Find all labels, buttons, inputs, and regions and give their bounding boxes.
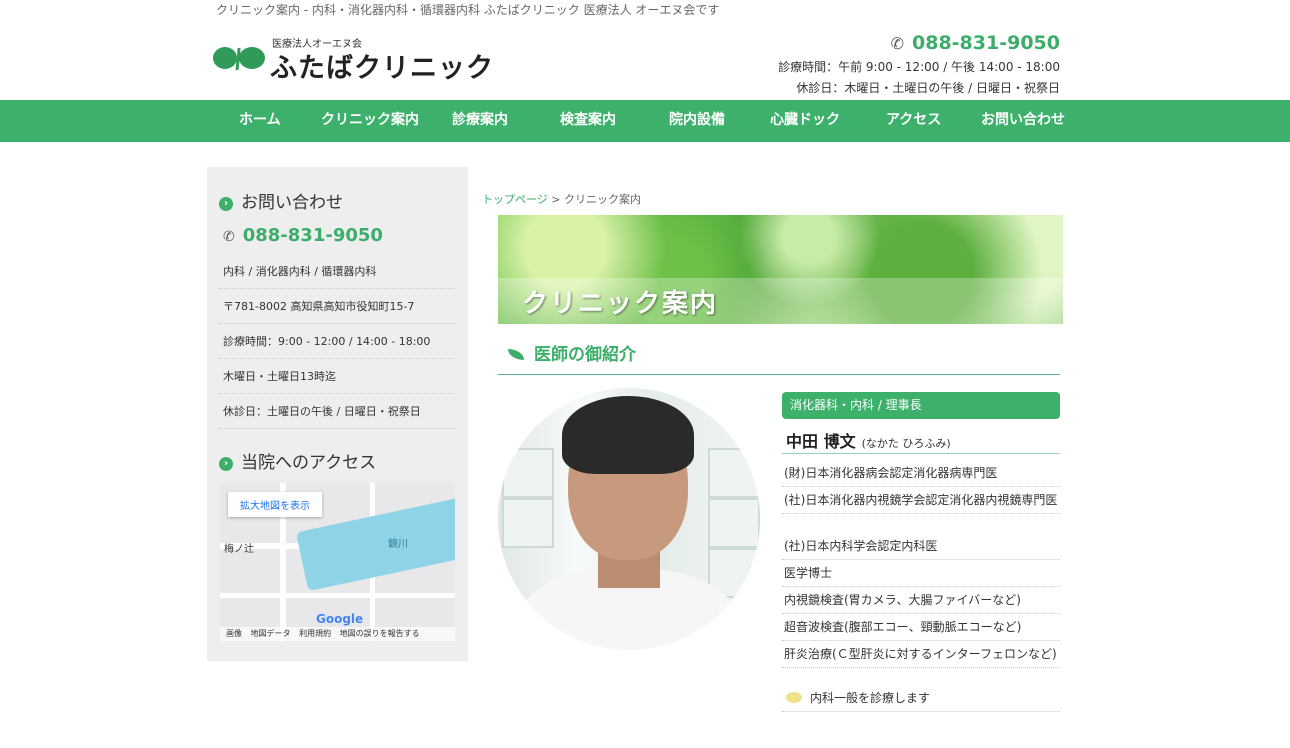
doctor-credential: (社)日本消化器内視鏡学会認定消化器内視鏡専門医 — [782, 487, 1060, 514]
site-tagline: クリニック案内 - 内科・消化器内科・循環器内科 ふたばクリニック 医療法人 オ… — [216, 3, 720, 17]
embedded-map[interactable]: 拡大地図を表示 梅ノ辻 鏡川 Google 画像 地図データ 利用規約 地図の誤… — [220, 483, 455, 641]
doctor-name-text: 中田 博文 — [786, 432, 856, 451]
breadcrumb-separator: > — [547, 193, 564, 206]
header-contact: ✆ 088-831-9050 診療時間：午前 9:00 - 12:00 / 午後 … — [778, 32, 1060, 96]
doctor-credential: (財)日本消化器病会認定消化器病専門医 — [782, 460, 1060, 487]
map-footer-data[interactable]: 地図データ — [251, 629, 291, 638]
doctor-credential: 内視鏡検査(胃カメラ、大腸ファイバーなど) — [782, 587, 1060, 614]
phone-icon: ✆ — [223, 229, 235, 245]
sidebar-hours: 診療時間：9:00 - 12:00 / 14:00 - 18:00 — [219, 325, 455, 359]
map-footer-imagery: 画像 — [226, 629, 242, 638]
sidebar: › お問い合わせ ✆ 088-831-9050 内科 / 消化器内科 / 循環器内科… — [207, 167, 468, 661]
sidebar-contact-heading: › お問い合わせ — [219, 188, 343, 213]
breadcrumb-home-link[interactable]: トップページ — [482, 193, 548, 206]
doctor-credential: 医学博士 — [782, 560, 1060, 587]
doctor-note: 内科一般を診療します — [782, 685, 1060, 712]
header-phone[interactable]: ✆ 088-831-9050 — [778, 32, 1060, 54]
nav-clinic-info[interactable]: クリニック案内 — [321, 100, 419, 142]
site-logo[interactable]: 医療法人オーエヌ会 ふたばクリニック — [212, 38, 502, 84]
map-enlarge-button[interactable]: 拡大地図を表示 — [228, 492, 322, 517]
section-title: 医師の御紹介 — [498, 340, 1060, 375]
nav-access[interactable]: アクセス — [886, 100, 941, 142]
google-logo-text: Google — [316, 612, 364, 626]
doctor-note-text: 内科一般を診療します — [810, 691, 931, 705]
header-closed-days: 休診日：木曜日・土曜日の午後 / 日曜日・祝祭日 — [796, 81, 1060, 95]
map-footer-terms[interactable]: 利用規約 — [299, 629, 331, 638]
logo-name: ふたばクリニック — [270, 53, 494, 84]
map-label-river: 鏡川 — [388, 539, 408, 550]
nav-facilities[interactable]: 院内設備 — [669, 100, 725, 142]
sidebar-phone[interactable]: ✆ 088-831-9050 — [223, 225, 383, 246]
sidebar-departments: 内科 / 消化器内科 / 循環器内科 — [219, 255, 455, 289]
map-footer: 画像 地図データ 利用規約 地図の誤りを報告する — [220, 627, 455, 641]
doctor-name-reading: (なかた ひろふみ) — [861, 437, 951, 450]
header-hours: 診療時間：午前 9:00 - 12:00 / 午後 14:00 - 18:00 — [778, 60, 1060, 74]
phone-icon: ✆ — [890, 34, 905, 53]
google-logo: Google — [316, 612, 363, 626]
chevron-right-icon: › — [219, 457, 233, 471]
nav-contact[interactable]: お問い合わせ — [981, 100, 1065, 142]
sidebar-phone-number: 088-831-9050 — [242, 225, 383, 246]
doctor-credential: (社)日本内科学会認定内科医 — [782, 533, 1060, 560]
header-phone-number: 088-831-9050 — [912, 32, 1060, 54]
nav-home[interactable]: ホーム — [239, 100, 281, 142]
sidebar-address: 〒781-8002 高知県高知市役知町15-7 — [219, 290, 455, 324]
speech-bubble-icon — [786, 692, 802, 703]
sidebar-access-heading-text: 当院へのアクセス — [241, 453, 377, 473]
doctor-name: 中田 博文 (なかた ひろふみ) — [782, 428, 1060, 454]
nav-heart-dock[interactable]: 心臓ドック — [770, 100, 840, 142]
leaf-logo-icon — [213, 47, 265, 71]
doctor-credential: 肝炎治療(Ｃ型肝炎に対するインターフェロンなど) — [782, 641, 1060, 668]
doctor-credential: 超音波検査(腹部エコー、頸動脈エコーなど) — [782, 614, 1060, 641]
sidebar-closed-days: 休診日：土曜日の午後 / 日曜日・祝祭日 — [219, 395, 455, 429]
nav-examination[interactable]: 検査案内 — [560, 100, 616, 142]
page-banner: クリニック案内 — [498, 215, 1063, 324]
page-title: クリニック案内 — [522, 289, 719, 319]
map-road — [220, 593, 455, 598]
leaf-icon — [508, 349, 524, 360]
doctor-photo — [498, 388, 760, 650]
map-label: 梅ノ辻 — [224, 544, 254, 555]
doctor-department: 消化器科・内科 / 理事長 — [782, 392, 1060, 419]
map-footer-report[interactable]: 地図の誤りを報告する — [340, 629, 420, 638]
section-title-text: 医師の御紹介 — [534, 345, 636, 365]
sidebar-access-heading: › 当院へのアクセス — [219, 448, 376, 473]
sidebar-contact-heading-text: お問い合わせ — [241, 193, 343, 213]
chevron-right-icon: › — [219, 197, 233, 211]
sidebar-short-days: 木曜日・土曜日13時迄 — [219, 360, 455, 394]
main-navbar: ホーム クリニック案内 診療案内 検査案内 院内設備 心臓ドック アクセス お問… — [0, 100, 1290, 142]
breadcrumb-current: クリニック案内 — [564, 193, 641, 206]
breadcrumb: トップページ > クリニック案内 — [482, 191, 641, 207]
nav-medical-info[interactable]: 診療案内 — [452, 100, 508, 142]
